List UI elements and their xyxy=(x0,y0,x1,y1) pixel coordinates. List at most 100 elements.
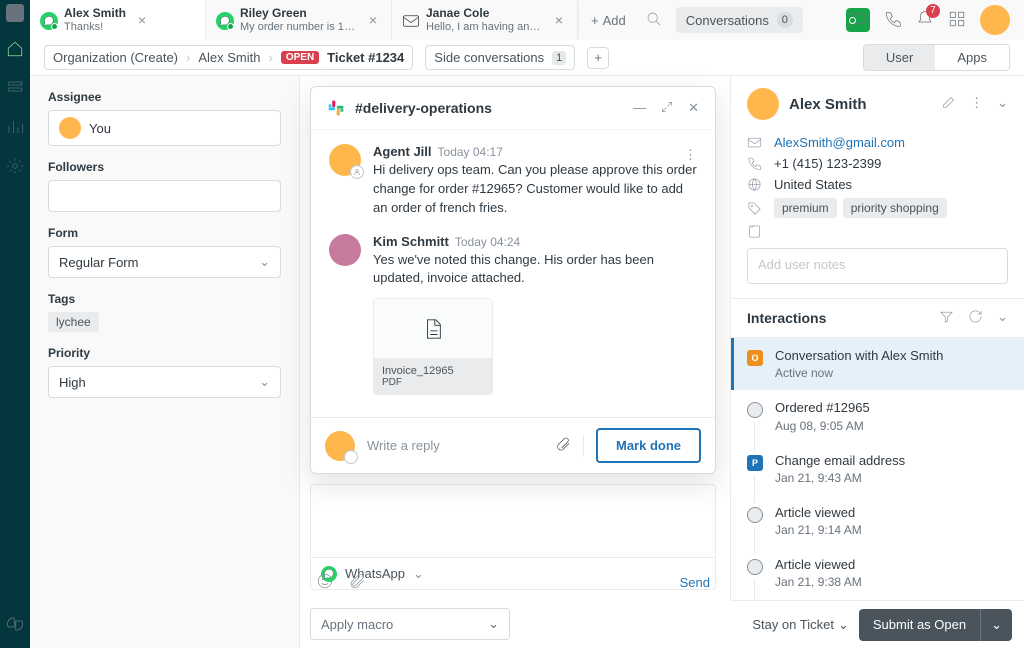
conversations-pill[interactable]: Conversations0 xyxy=(676,7,803,33)
interaction-item[interactable]: Article viewedJan 21, 9:14 AM xyxy=(731,495,1024,547)
apply-macro-select[interactable]: Apply macro⌄ xyxy=(310,608,510,640)
interactions-heading: Interactions xyxy=(747,310,826,326)
message-time: Today 04:24 xyxy=(455,235,520,249)
interaction-item[interactable]: Ordered #12965Aug 08, 9:05 AM xyxy=(731,390,1024,442)
ticket-id: Ticket #1234 xyxy=(327,50,404,65)
chevron-down-icon: ⌄ xyxy=(259,374,270,390)
assignee-label: Assignee xyxy=(48,90,281,104)
notes-icon xyxy=(747,224,762,239)
whatsapp-icon xyxy=(40,12,56,28)
user-avatar[interactable] xyxy=(747,88,779,120)
tabs-bar: Alex SmithThanks! × Riley GreenMy order … xyxy=(30,0,1024,40)
submit-dropdown[interactable]: ⌄ xyxy=(980,609,1012,641)
mark-done-button[interactable]: Mark done xyxy=(596,428,701,463)
chevron-down-icon: ⌄ xyxy=(488,616,499,632)
side-count: 1 xyxy=(552,51,566,65)
message-author: Agent Jill xyxy=(373,144,432,159)
more-icon[interactable]: ⋮ xyxy=(970,95,983,113)
attachment-icon[interactable] xyxy=(555,436,571,455)
tag-chip[interactable]: lychee xyxy=(48,312,99,332)
interaction-sub: Active now xyxy=(775,366,943,380)
notifications-icon[interactable]: 7 xyxy=(916,10,934,31)
slack-channel-name: #delivery-operations xyxy=(355,100,492,116)
user-notes-input[interactable]: Add user notes xyxy=(747,248,1008,284)
add-side-conv-button[interactable]: + xyxy=(587,47,609,69)
interaction-item[interactable]: OConversation with Alex SmithActive now xyxy=(731,338,1024,390)
user-email[interactable]: AlexSmith@gmail.com xyxy=(774,135,905,150)
attachment-icon[interactable] xyxy=(348,572,366,593)
avatar xyxy=(59,117,81,139)
org-link[interactable]: Organization (Create) xyxy=(53,50,178,65)
apps-icon[interactable] xyxy=(948,10,966,31)
rail-logo[interactable] xyxy=(6,4,24,22)
panel-segment: User Apps xyxy=(863,44,1010,71)
assignee-field[interactable]: You xyxy=(48,110,281,146)
emoji-icon[interactable] xyxy=(316,572,334,593)
status-marker xyxy=(747,402,763,418)
close-icon[interactable]: ✕ xyxy=(688,100,699,117)
pill-label: Conversations xyxy=(686,13,769,28)
submit-button[interactable]: Submit as Open xyxy=(859,609,980,641)
priority-select[interactable]: High ⌄ xyxy=(48,366,281,398)
user-name: Alex Smith xyxy=(789,96,867,113)
conversation-tab-3[interactable]: Janae ColeHello, I am having an is… × xyxy=(392,0,578,40)
search-icon[interactable] xyxy=(638,11,670,30)
user-panel: Alex Smith ⋮ ⌄ AlexSmith@gmail.com +1 (4… xyxy=(730,76,1024,648)
tab-name: Alex Smith xyxy=(64,7,126,20)
tags-field[interactable]: lychee xyxy=(48,312,281,332)
user-tag[interactable]: priority shopping xyxy=(843,198,947,218)
zendesk-icon[interactable] xyxy=(6,615,24,636)
add-tab-button[interactable]: +Add xyxy=(579,13,638,28)
chat-status-icon[interactable] xyxy=(846,8,870,32)
slack-message: Agent JillToday 04:17 Hi delivery ops te… xyxy=(329,144,697,218)
avatar xyxy=(329,234,361,266)
message-text: Yes we've noted this change. His order h… xyxy=(373,251,697,289)
form-select[interactable]: Regular Form⌄ xyxy=(48,246,281,278)
filter-icon[interactable] xyxy=(939,309,954,327)
minimize-icon[interactable]: — xyxy=(633,100,646,117)
message-time: Today 04:17 xyxy=(438,145,503,159)
slack-message: Kim SchmittToday 04:24 Yes we've noted t… xyxy=(329,234,697,396)
views-icon[interactable] xyxy=(6,79,24,100)
message-more-icon[interactable]: ⋮ xyxy=(684,147,697,163)
priority-label: Priority xyxy=(48,346,281,360)
send-button[interactable]: Send xyxy=(680,575,710,590)
segment-user[interactable]: User xyxy=(864,45,935,70)
attachment-card[interactable]: Invoice_12965PDF xyxy=(373,298,493,395)
close-icon[interactable]: × xyxy=(134,12,150,28)
edit-icon[interactable] xyxy=(941,95,956,113)
phone-icon[interactable] xyxy=(884,10,902,31)
conversation-tab-1[interactable]: Alex SmithThanks! × xyxy=(30,0,206,40)
composer-toolbar: Send xyxy=(310,562,716,602)
segment-apps[interactable]: Apps xyxy=(935,45,1009,70)
tab-preview: Hello, I am having an is… xyxy=(426,21,543,33)
user-link[interactable]: Alex Smith xyxy=(198,50,260,65)
conversation-tab-2[interactable]: Riley GreenMy order number is 19… × xyxy=(206,0,392,40)
notification-count: 7 xyxy=(926,4,940,18)
home-icon[interactable] xyxy=(6,40,24,61)
add-label: Add xyxy=(603,13,626,28)
user-tag[interactable]: premium xyxy=(774,198,837,218)
close-icon[interactable]: × xyxy=(551,12,567,28)
profile-avatar[interactable] xyxy=(980,5,1010,35)
chevron-down-icon[interactable]: ⌄ xyxy=(997,95,1008,113)
reporting-icon[interactable] xyxy=(6,118,24,139)
refresh-icon[interactable] xyxy=(968,309,983,327)
chevron-down-icon[interactable]: ⌄ xyxy=(997,309,1008,327)
submit-button-group: Submit as Open ⌄ xyxy=(859,609,1012,641)
breadcrumb[interactable]: Organization (Create) › Alex Smith › OPE… xyxy=(44,45,413,70)
priority-value: High xyxy=(59,375,86,390)
reply-placeholder: Write a reply xyxy=(367,438,440,453)
composer-area[interactable] xyxy=(310,484,716,558)
interaction-item[interactable]: PChange email addressJan 21, 9:43 AM xyxy=(731,443,1024,495)
side-conversations-button[interactable]: Side conversations 1 xyxy=(425,45,575,70)
followers-field[interactable] xyxy=(48,180,281,212)
phone-icon xyxy=(747,156,762,171)
interaction-title: Article viewed xyxy=(775,557,862,573)
interaction-item[interactable]: Article viewedJan 21, 9:38 AM xyxy=(731,547,1024,599)
stay-on-ticket-select[interactable]: Stay on Ticket⌄ xyxy=(752,617,849,633)
close-icon[interactable]: × xyxy=(365,12,381,28)
admin-icon[interactable] xyxy=(6,157,24,178)
expand-icon[interactable] xyxy=(660,100,674,117)
reply-input[interactable]: Write a reply xyxy=(367,438,543,453)
